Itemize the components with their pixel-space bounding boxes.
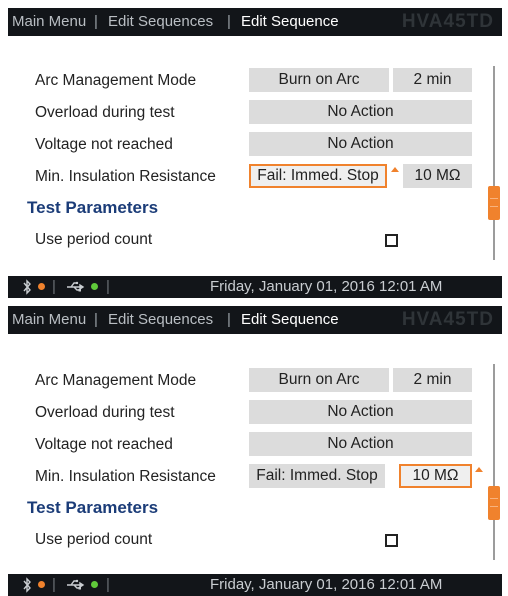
scrollbar-thumb[interactable] xyxy=(488,186,500,220)
breadcrumb-edit-sequences[interactable]: Edit Sequences xyxy=(108,306,213,334)
arc-management-mode-label: Arc Management Mode xyxy=(35,72,197,89)
selection-caret-icon xyxy=(391,167,399,172)
insulation-threshold-field[interactable]: 10 MΩ xyxy=(399,464,472,488)
arc-management-mode-field[interactable]: Burn on Arc xyxy=(249,368,389,392)
arc-duration-field[interactable]: 2 min xyxy=(393,68,472,92)
insulation-threshold-field[interactable]: 10 MΩ xyxy=(403,164,472,188)
datetime-display: Friday, January 01, 2016 12:01 AM xyxy=(210,278,443,295)
status-separator: | xyxy=(106,576,110,593)
title-bar: Main Menu | Edit Sequences | Edit Sequen… xyxy=(8,306,502,334)
breadcrumb-edit-sequence: Edit Sequence xyxy=(241,311,339,328)
usb-status-dot xyxy=(91,283,98,290)
usb-status-dot xyxy=(91,581,98,588)
breadcrumb-main-menu[interactable]: Main Menu xyxy=(12,8,86,36)
scrollbar-track[interactable] xyxy=(493,66,495,260)
scrollbar-thumb[interactable] xyxy=(488,486,500,520)
breadcrumb-separator: | xyxy=(227,13,231,30)
bluetooth-icon xyxy=(22,574,32,596)
status-separator: | xyxy=(52,576,56,593)
overload-during-test-label: Overload during test xyxy=(35,404,175,421)
breadcrumb-separator: | xyxy=(227,311,231,328)
title-bar: Main Menu | Edit Sequences | Edit Sequen… xyxy=(8,8,502,36)
device-name: HVA45TD xyxy=(401,309,494,330)
insulation-fail-action-field[interactable]: Fail: Immed. Stop xyxy=(249,464,385,488)
device-screen-1: Main Menu | Edit Sequences | Edit Sequen… xyxy=(8,8,502,298)
device-screen-2: Main Menu | Edit Sequences | Edit Sequen… xyxy=(8,306,502,596)
overload-during-test-label: Overload during test xyxy=(35,104,175,121)
status-bar: | | Friday, January 01, 2016 12:01 AM xyxy=(8,574,502,596)
device-name: HVA45TD xyxy=(401,11,494,32)
overload-during-test-field[interactable]: No Action xyxy=(249,400,472,424)
use-period-count-checkbox[interactable] xyxy=(385,534,398,547)
scrollbar-track[interactable] xyxy=(493,364,495,560)
selection-caret-icon xyxy=(475,467,483,472)
voltage-not-reached-label: Voltage not reached xyxy=(35,136,173,153)
datetime-display: Friday, January 01, 2016 12:01 AM xyxy=(210,576,443,593)
status-separator: | xyxy=(106,278,110,295)
usb-icon xyxy=(65,276,87,298)
test-parameters-heading: Test Parameters xyxy=(27,198,159,217)
test-parameters-heading: Test Parameters xyxy=(27,498,159,517)
arc-management-mode-field[interactable]: Burn on Arc xyxy=(249,68,389,92)
voltage-not-reached-label: Voltage not reached xyxy=(35,436,173,453)
breadcrumb-separator: | xyxy=(94,13,98,30)
voltage-not-reached-field[interactable]: No Action xyxy=(249,432,472,456)
breadcrumb-edit-sequence: Edit Sequence xyxy=(241,13,339,30)
usb-icon xyxy=(65,574,87,596)
min-insulation-resistance-label: Min. Insulation Resistance xyxy=(35,168,216,185)
use-period-count-label: Use period count xyxy=(35,231,153,248)
bluetooth-status-dot xyxy=(38,283,45,290)
overload-during-test-field[interactable]: No Action xyxy=(249,100,472,124)
status-bar: | | Friday, January 01, 2016 12:01 AM xyxy=(8,276,502,298)
bluetooth-status-dot xyxy=(38,581,45,588)
arc-duration-field[interactable]: 2 min xyxy=(393,368,472,392)
bluetooth-icon xyxy=(22,276,32,298)
breadcrumb-edit-sequences[interactable]: Edit Sequences xyxy=(108,8,213,36)
breadcrumb-separator: | xyxy=(94,311,98,328)
arc-management-mode-label: Arc Management Mode xyxy=(35,372,197,389)
status-separator: | xyxy=(52,278,56,295)
insulation-fail-action-field[interactable]: Fail: Immed. Stop xyxy=(249,164,387,188)
min-insulation-resistance-label: Min. Insulation Resistance xyxy=(35,468,216,485)
breadcrumb-main-menu[interactable]: Main Menu xyxy=(12,306,86,334)
use-period-count-label: Use period count xyxy=(35,531,153,548)
voltage-not-reached-field[interactable]: No Action xyxy=(249,132,472,156)
use-period-count-checkbox[interactable] xyxy=(385,234,398,247)
